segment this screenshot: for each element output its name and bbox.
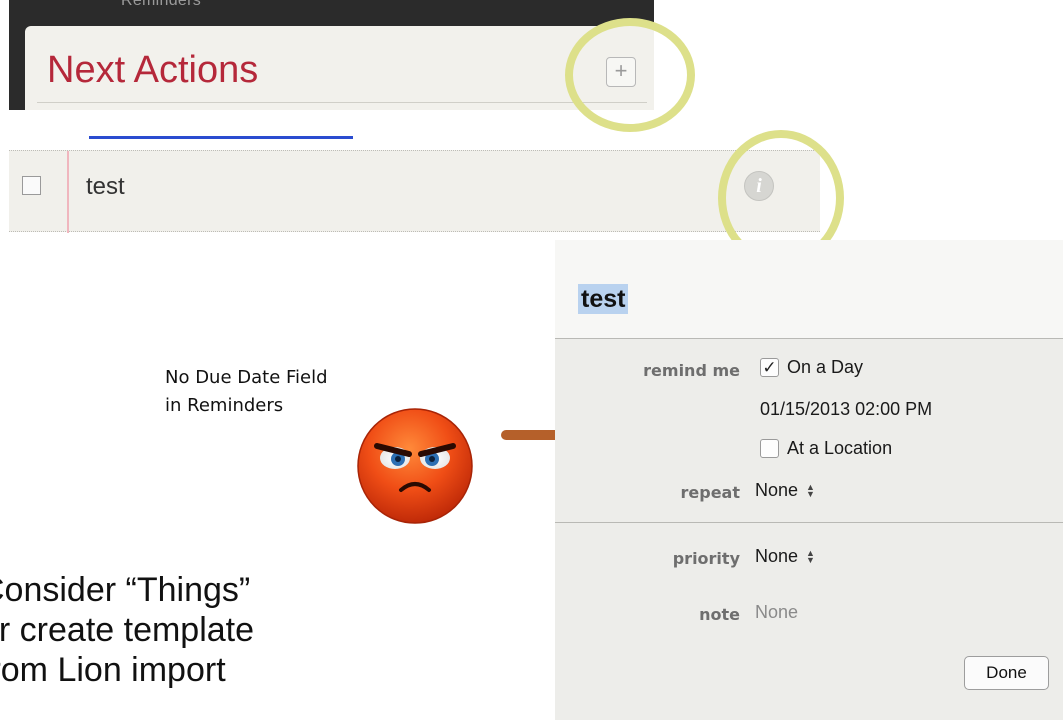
checkmark-icon: ✓ xyxy=(762,358,777,377)
highlight-ring-add-button xyxy=(565,18,695,132)
note-label: note xyxy=(699,605,740,624)
details-title-field[interactable]: test xyxy=(578,284,629,314)
slide-text-line-1: Consider “Things” xyxy=(0,571,251,609)
header-divider xyxy=(37,102,647,103)
stepper-icon: ▲ ▼ xyxy=(806,482,815,500)
reminder-details-popover: test remind me ✓ On a Day 01/15/2013 02:… xyxy=(555,240,1063,720)
annotation-line-2: in Reminders xyxy=(165,395,284,416)
remind-me-label: remind me xyxy=(643,361,740,380)
reminder-complete-checkbox[interactable] xyxy=(22,176,41,195)
repeat-select[interactable]: None ▲ ▼ xyxy=(755,480,815,501)
annotation-line-1: No Due Date Field xyxy=(165,367,328,388)
angry-face-icon xyxy=(357,408,473,524)
reminders-list-header-panel: Reminders Next Actions + xyxy=(9,0,654,110)
paper-margin-line xyxy=(67,151,69,233)
annotation-callout: No Due Date Field in Reminders xyxy=(165,364,328,420)
window-title: Reminders xyxy=(121,0,202,9)
priority-label: priority xyxy=(672,549,740,568)
priority-value: None xyxy=(755,546,799,566)
list-title: Next Actions xyxy=(47,49,259,91)
slide-text-line-2: or create template xyxy=(0,611,255,649)
repeat-value: None xyxy=(755,480,799,500)
note-field[interactable]: None xyxy=(755,602,798,623)
reminder-row[interactable]: test i xyxy=(9,150,820,233)
at-location-label: At a Location xyxy=(787,438,893,458)
on-a-day-label: On a Day xyxy=(787,357,864,377)
slide-body-text: Consider “Things” or create template fro… xyxy=(0,570,254,690)
selection-underline xyxy=(89,136,353,139)
details-separator xyxy=(555,522,1063,523)
repeat-label: repeat xyxy=(680,483,741,502)
on-a-day-checkbox[interactable]: ✓ xyxy=(760,358,779,377)
reminder-row-panel: test i xyxy=(9,110,820,241)
details-title-area: test xyxy=(555,240,1063,339)
due-datetime-field[interactable]: 01/15/2013 02:00 PM xyxy=(760,399,932,420)
priority-select[interactable]: None ▲ ▼ xyxy=(755,546,815,567)
reminder-text[interactable]: test xyxy=(86,173,125,201)
stepper-icon: ▲ ▼ xyxy=(806,548,815,566)
done-button[interactable]: Done xyxy=(964,656,1049,690)
slide-text-line-3: from Lion import xyxy=(0,651,226,689)
at-location-checkbox[interactable] xyxy=(760,439,779,458)
